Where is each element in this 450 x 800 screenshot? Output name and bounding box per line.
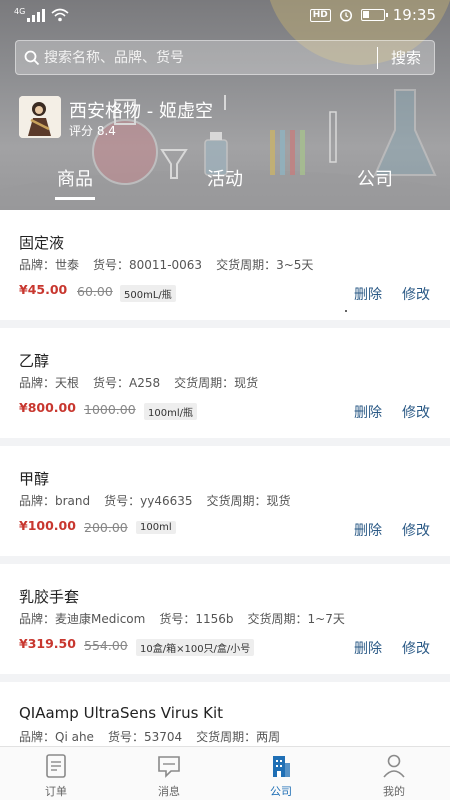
- avatar-image: [19, 96, 61, 138]
- product-list: 固定液 品牌：世泰 货号：80011-0063 交货周期：3~5天 ¥45.00…: [0, 210, 450, 746]
- delete-button[interactable]: 删除: [354, 402, 382, 422]
- product-brand: 品牌：Qi ahe: [19, 730, 94, 744]
- product-card[interactable]: 甲醇 品牌：brand 货号：yy46635 交货周期：现货 ¥100.00 2…: [0, 446, 450, 556]
- nav-label: 我的: [383, 785, 405, 798]
- product-sku: 货号：A258: [93, 376, 161, 390]
- product-old-price: 60.00: [77, 284, 113, 299]
- product-brand: 品牌：世泰: [19, 258, 80, 272]
- product-sku: 货号：53704: [107, 730, 183, 744]
- product-price: ¥800.00: [19, 400, 76, 415]
- product-old-price: 200.00: [84, 520, 128, 535]
- product-delivery: 交货周期：现货: [206, 494, 291, 508]
- product-meta: 品牌：天根 货号：A258 交货周期：现货: [19, 374, 258, 391]
- active-tab-indicator: [55, 197, 95, 200]
- nav-label: 公司: [270, 785, 292, 798]
- profile-icon: [383, 754, 405, 778]
- nav-label: 消息: [158, 785, 180, 798]
- product-meta: 品牌：世泰 货号：80011-0063 交货周期：3~5天: [19, 256, 313, 273]
- stray-dot: [345, 310, 347, 312]
- hd-badge: HD: [309, 8, 331, 22]
- product-delivery: 交货周期：两周: [196, 730, 281, 744]
- tab-products[interactable]: 商品: [30, 165, 120, 191]
- company-icon: [273, 756, 290, 777]
- edit-button[interactable]: 修改: [402, 638, 430, 658]
- bottom-nav: 订单 消息 公司 我的: [0, 746, 450, 800]
- product-card[interactable]: 乳胶手套 品牌：麦迪康Medicom 货号：1156b 交货周期：1~7天 ¥3…: [0, 564, 450, 674]
- status-bar: 4G HD 19:35: [0, 0, 450, 32]
- product-name: 乙醇: [19, 352, 50, 370]
- product-spec: 10盒/箱×100只/盒/小号: [136, 639, 255, 656]
- search-button[interactable]: 搜索: [378, 47, 434, 68]
- product-sku: 货号：80011-0063: [93, 258, 203, 272]
- product-name: QIAamp UltraSens Virus Kit: [19, 704, 224, 722]
- product-old-price: 1000.00: [84, 402, 136, 417]
- network-type: 4G: [14, 7, 26, 16]
- product-card[interactable]: 固定液 品牌：世泰 货号：80011-0063 交货周期：3~5天 ¥45.00…: [0, 210, 450, 320]
- product-price: ¥100.00: [19, 518, 76, 533]
- delete-button[interactable]: 删除: [354, 638, 382, 658]
- product-delivery: 交货周期：3~5天: [216, 258, 314, 272]
- product-brand: 品牌：天根: [19, 376, 80, 390]
- shop-header: 4G HD 19:35 搜索名称、品牌、货号 搜索 西安格物 - 姬虚空 评分 …: [0, 0, 450, 210]
- nav-messages[interactable]: 消息: [113, 747, 225, 800]
- search-input[interactable]: [44, 49, 377, 66]
- product-spec: 100ml/瓶: [144, 403, 197, 420]
- product-card[interactable]: 乙醇 品牌：天根 货号：A258 交货周期：现货 ¥800.00 1000.00…: [0, 328, 450, 438]
- product-sku: 货号：1156b: [159, 612, 234, 626]
- battery-icon: [360, 9, 388, 21]
- product-delivery: 交货周期：1~7天: [247, 612, 345, 626]
- product-name: 乳胶手套: [19, 588, 80, 606]
- order-icon: [46, 754, 66, 778]
- shop-avatar[interactable]: [19, 96, 61, 138]
- shop-name: 西安格物 - 姬虚空: [69, 101, 213, 122]
- product-card[interactable]: QIAamp UltraSens Virus Kit 品牌：Qi ahe 货号：…: [0, 682, 450, 746]
- shop-rating: 评分 8.4: [69, 124, 116, 138]
- alarm-icon: [339, 9, 352, 22]
- product-sku: 货号：yy46635: [104, 494, 193, 508]
- product-price: ¥319.50: [19, 636, 76, 651]
- clock: 19:35: [392, 6, 436, 24]
- product-spec: 500mL/瓶: [120, 285, 176, 302]
- edit-button[interactable]: 修改: [402, 402, 430, 422]
- product-name: 固定液: [19, 234, 65, 252]
- product-delivery: 交货周期：现货: [174, 376, 259, 390]
- product-name: 甲醇: [19, 470, 50, 488]
- product-meta: 品牌：Qi ahe 货号：53704 交货周期：两周: [19, 728, 280, 745]
- product-brand: 品牌：brand: [19, 494, 91, 508]
- message-icon: [158, 756, 180, 778]
- product-old-price: 554.00: [84, 638, 128, 653]
- edit-button[interactable]: 修改: [402, 520, 430, 540]
- product-brand: 品牌：麦迪康Medicom: [19, 612, 146, 626]
- nav-label: 订单: [45, 785, 67, 798]
- nav-profile[interactable]: 我的: [338, 747, 450, 800]
- nav-orders[interactable]: 订单: [0, 747, 112, 800]
- delete-button[interactable]: 删除: [354, 284, 382, 304]
- wifi-icon: [51, 8, 69, 22]
- search-bar: 搜索: [15, 40, 435, 75]
- product-spec: 100ml: [136, 521, 176, 534]
- product-price: ¥45.00: [19, 282, 68, 297]
- search-icon: [24, 50, 40, 65]
- edit-button[interactable]: 修改: [402, 284, 430, 304]
- signal-icon: [27, 8, 46, 22]
- delete-button[interactable]: 删除: [354, 520, 382, 540]
- product-meta: 品牌：brand 货号：yy46635 交货周期：现货: [19, 492, 291, 509]
- product-meta: 品牌：麦迪康Medicom 货号：1156b 交货周期：1~7天: [19, 610, 345, 627]
- tab-activities[interactable]: 活动: [180, 165, 270, 191]
- tab-company[interactable]: 公司: [330, 165, 420, 191]
- nav-company[interactable]: 公司: [225, 747, 337, 800]
